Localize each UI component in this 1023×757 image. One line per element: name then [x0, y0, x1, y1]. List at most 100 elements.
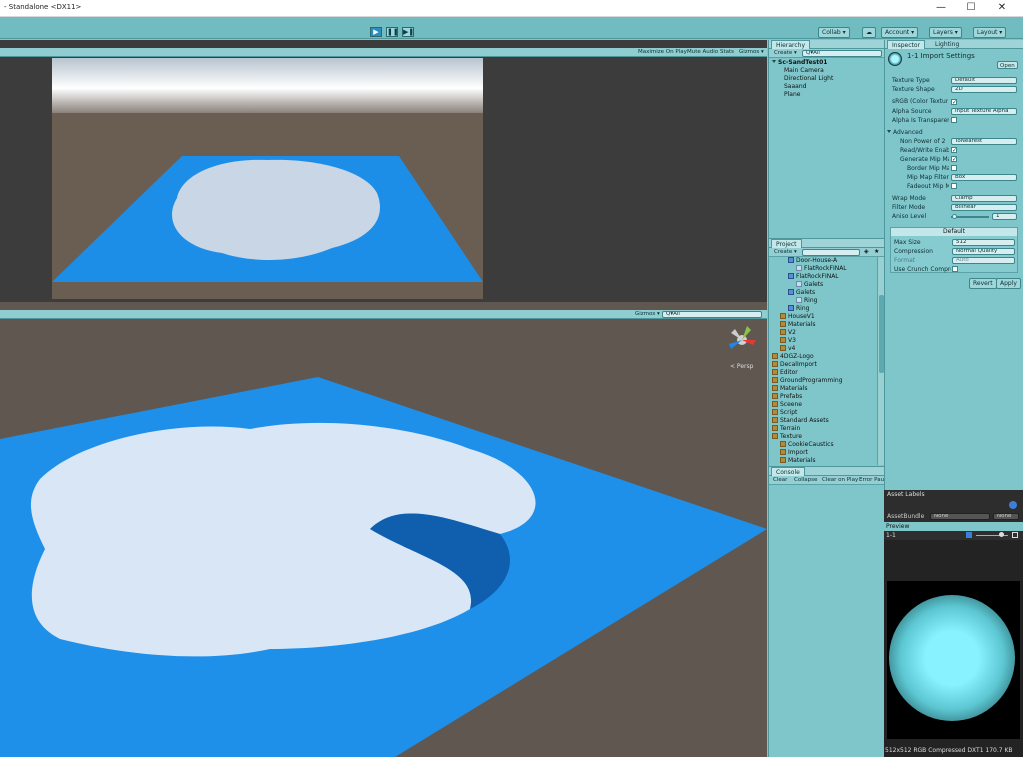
- read-write-checkbox[interactable]: ✓: [951, 147, 957, 154]
- project-item[interactable]: V2: [769, 329, 877, 337]
- project-item[interactable]: Ring: [769, 297, 877, 305]
- layout-dropdown[interactable]: Layout ▾: [973, 27, 1007, 38]
- advanced-foldout[interactable]: Advanced: [887, 129, 923, 136]
- project-item[interactable]: Galets: [769, 281, 877, 289]
- project-item[interactable]: Materials: [769, 457, 877, 465]
- tab-project[interactable]: Project: [771, 239, 802, 248]
- project-item[interactable]: Ring: [769, 305, 877, 313]
- max-size-dropdown[interactable]: 512: [952, 239, 1015, 246]
- project-item[interactable]: Standard Assets: [769, 417, 877, 425]
- project-item[interactable]: DecalImport: [769, 361, 877, 369]
- hierarchy-item[interactable]: Directional Light: [784, 75, 833, 83]
- scene-gizmos-button[interactable]: Gizmos ▾: [633, 310, 662, 318]
- favorite-icon[interactable]: ★: [874, 248, 879, 255]
- pause-button[interactable]: ❚❚: [386, 27, 399, 37]
- mip-slider-handle[interactable]: [999, 532, 1004, 537]
- project-item[interactable]: Terrain: [769, 425, 877, 433]
- persp-label[interactable]: < Persp: [730, 363, 753, 370]
- close-button[interactable]: ✕: [987, 0, 1017, 17]
- play-button[interactable]: ▶: [370, 27, 382, 37]
- gizmos-button[interactable]: Gizmos ▾: [737, 48, 766, 56]
- cloud-icon[interactable]: ☁: [862, 27, 876, 38]
- project-item[interactable]: Materials: [769, 321, 877, 329]
- project-item[interactable]: Texture: [769, 433, 877, 441]
- assetbundle-dropdown[interactable]: None: [930, 513, 990, 520]
- orientation-gizmo-icon[interactable]: [727, 324, 757, 354]
- tab-hierarchy[interactable]: Hierarchy: [771, 40, 811, 49]
- mip-filter-dropdown[interactable]: Box: [951, 174, 1017, 181]
- npot-dropdown[interactable]: ToNearest: [951, 138, 1017, 145]
- project-item[interactable]: CookieCaustics: [769, 441, 877, 449]
- texture-shape-dropdown[interactable]: 2D: [951, 86, 1017, 93]
- advanced-expand-icon[interactable]: [887, 130, 891, 133]
- project-item[interactable]: v4: [769, 345, 877, 353]
- fadeout-mip-checkbox[interactable]: [951, 183, 957, 189]
- console-collapse-button[interactable]: Collapse: [792, 476, 819, 484]
- project-item[interactable]: Script: [769, 409, 877, 417]
- project-item[interactable]: FlatRockFINAL: [769, 273, 877, 281]
- tab-console[interactable]: Console: [771, 467, 805, 476]
- project-item[interactable]: Galets: [769, 289, 877, 297]
- project-item[interactable]: Door-House-A: [769, 257, 877, 265]
- console-clear-on-play-button[interactable]: Clear on Play: [820, 476, 860, 484]
- scene-view[interactable]: Gizmos ▾ Q▾All < Persp: [0, 302, 767, 757]
- project-item[interactable]: FlatRockFINAL: [769, 265, 877, 273]
- filter-mode-dropdown[interactable]: Bilinear: [951, 204, 1017, 211]
- hierarchy-item[interactable]: Saaand: [784, 83, 833, 91]
- console-clear-button[interactable]: Clear: [771, 476, 789, 484]
- project-item[interactable]: Editor: [769, 369, 877, 377]
- aniso-slider-handle[interactable]: [952, 214, 957, 219]
- minimize-button[interactable]: —: [926, 0, 956, 17]
- project-create-button[interactable]: Create ▾: [772, 248, 799, 256]
- project-search-input[interactable]: [802, 249, 860, 256]
- scene-search-input[interactable]: Q▾All: [662, 311, 762, 318]
- filter-icon[interactable]: ◈: [864, 248, 869, 255]
- collab-button[interactable]: Collab ▾: [818, 27, 850, 38]
- tab-inspector[interactable]: Inspector: [887, 40, 925, 49]
- revert-button[interactable]: Revert: [969, 278, 997, 289]
- compression-dropdown[interactable]: Normal Quality: [952, 248, 1015, 255]
- preview-mode-icon[interactable]: [1012, 532, 1018, 538]
- console-error-pause-button[interactable]: Error Pause: [857, 476, 884, 484]
- expand-icon[interactable]: [772, 60, 776, 63]
- hierarchy-item[interactable]: Plane: [784, 91, 833, 99]
- platform-default-tab[interactable]: Default: [891, 228, 1017, 236]
- tag-icon[interactable]: [1009, 501, 1017, 509]
- project-item[interactable]: Prefabs: [769, 393, 877, 401]
- project-item[interactable]: HouseV1: [769, 313, 877, 321]
- maximize-button[interactable]: ☐: [956, 0, 986, 17]
- apply-button[interactable]: Apply: [996, 278, 1021, 289]
- open-button[interactable]: Open: [997, 61, 1018, 69]
- stats-button[interactable]: Stats: [718, 48, 736, 56]
- border-mip-checkbox[interactable]: [951, 165, 957, 171]
- alpha-transparency-checkbox[interactable]: [951, 117, 957, 123]
- project-item[interactable]: Materials: [769, 385, 877, 393]
- aniso-value-field[interactable]: 1: [992, 213, 1017, 220]
- project-item[interactable]: GroundProgramming: [769, 377, 877, 385]
- alpha-source-dropdown[interactable]: Input Texture Alpha: [951, 108, 1017, 115]
- account-dropdown[interactable]: Account ▾: [881, 27, 919, 38]
- tab-lighting[interactable]: Lighting: [931, 40, 963, 49]
- border-mip-label: Border Mip Maps: [907, 165, 949, 172]
- generate-mip-checkbox[interactable]: ✓: [951, 156, 957, 163]
- project-item[interactable]: Import: [769, 449, 877, 457]
- texture-type-dropdown[interactable]: Default: [951, 77, 1017, 84]
- assetbundle-variant-dropdown[interactable]: None: [993, 513, 1019, 520]
- game-view[interactable]: Maximize On Play Mute Audio Stats Gizmos…: [0, 40, 767, 302]
- hierarchy-create-button[interactable]: Create ▾: [772, 49, 799, 57]
- project-item[interactable]: V3: [769, 337, 877, 345]
- project-item[interactable]: 4DGZ-Logo: [769, 353, 877, 361]
- format-dropdown[interactable]: Auto: [952, 257, 1015, 264]
- hierarchy-search-input[interactable]: Q▾All: [802, 50, 882, 57]
- hierarchy-item[interactable]: Main Camera: [784, 67, 833, 75]
- project-item[interactable]: Sceene: [769, 401, 877, 409]
- wrap-mode-dropdown[interactable]: Clamp: [951, 195, 1017, 202]
- maximize-on-play-button[interactable]: Maximize On Play: [636, 48, 689, 56]
- step-button[interactable]: ▶❚: [402, 27, 414, 37]
- srgb-checkbox[interactable]: ✓: [951, 99, 957, 106]
- layers-dropdown[interactable]: Layers ▾: [929, 27, 962, 38]
- crunch-checkbox[interactable]: [952, 266, 958, 272]
- scene-root[interactable]: Sc-SandTest01: [772, 59, 827, 67]
- channel-icon[interactable]: [966, 532, 972, 538]
- mute-audio-button[interactable]: Mute Audio: [685, 48, 720, 56]
